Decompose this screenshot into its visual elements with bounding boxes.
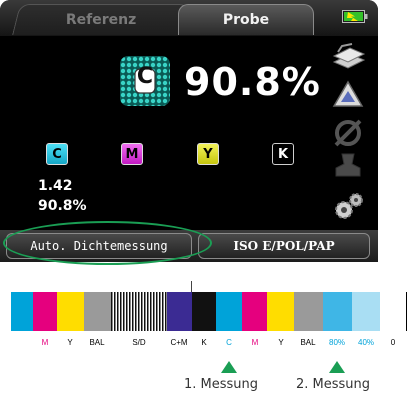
bar-label-80: 80% [328,338,346,347]
iso-standard-label: ISO E/POL/PAP [233,239,335,253]
highlight-ellipse [3,221,212,265]
bar-label-bal: BAL [89,338,105,347]
paper-stack-icon[interactable] [328,40,368,74]
color-patch-slur-doubling [111,292,167,331]
settings-gears-icon[interactable] [328,190,368,224]
color-patch-yellow-2 [267,292,294,331]
color-patch-yellow [57,292,84,331]
battery-icon [342,10,368,23]
channel-y-label: Y [203,146,213,162]
color-patch-cyan [216,292,242,331]
color-patch-magenta-2 [242,292,267,331]
tab-probe-label: Probe [222,12,270,28]
color-patch-c-plus-m [167,292,192,331]
density-reading: 1.42 [38,178,73,194]
bar-label-k: K [201,338,207,347]
channel-k-button[interactable]: K [272,143,294,165]
triangle-tool-icon[interactable] [328,78,368,112]
channel-k-label: K [277,146,289,162]
channel-m-button[interactable]: M [121,143,143,165]
patch-letter: C [136,64,154,89]
color-patch-paper [380,292,406,331]
measure-ring-icon[interactable] [328,116,368,150]
bar-label-y: Y [67,338,73,347]
density-percent-value: 90.8% [184,60,321,104]
percent-reading: 90.8% [38,198,87,214]
bar-label-y2: Y [278,338,284,347]
channel-y-button[interactable]: Y [197,143,219,165]
tab-referenz-label: Referenz [65,12,137,28]
measurement-label-2: 2. Messung [296,377,371,392]
channel-c-button[interactable]: C [46,143,68,165]
color-patch-balance-2 [294,292,323,331]
bar-label-c: C [226,338,232,347]
bar-label-bal2: BAL [300,338,316,347]
measurement-marker-2 [329,361,345,373]
channel-c-label: C [52,146,62,162]
measurement-label-1: 1. Messung [184,377,259,392]
color-patch-cyan-40 [352,292,380,331]
bar-tick [191,281,192,292]
bar-label-m: M [41,338,49,347]
iso-standard-button[interactable]: ISO E/POL/PAP [198,233,370,259]
bar-end-line [406,292,407,331]
measurement-marker-1 [221,361,237,373]
color-patch-magenta [33,292,57,331]
bar-label-0: 0 [390,338,396,347]
color-patch-cyan-80 [323,292,352,331]
color-patch-cyan-start [11,292,33,331]
bar-label-40: 40% [357,338,375,347]
tab-referenz[interactable]: Referenz [12,4,190,35]
tab-bar: Referenz Probe [0,0,378,36]
stamp-icon[interactable] [328,148,368,182]
bar-label-sd: S/D [132,338,146,347]
channel-m-label: M [125,146,139,162]
color-patch-black [192,292,216,331]
color-patch-balance [84,292,111,331]
bar-label-cm: C+M [170,338,188,347]
tab-probe[interactable]: Probe [178,4,314,35]
bar-label-m2: M [251,338,259,347]
